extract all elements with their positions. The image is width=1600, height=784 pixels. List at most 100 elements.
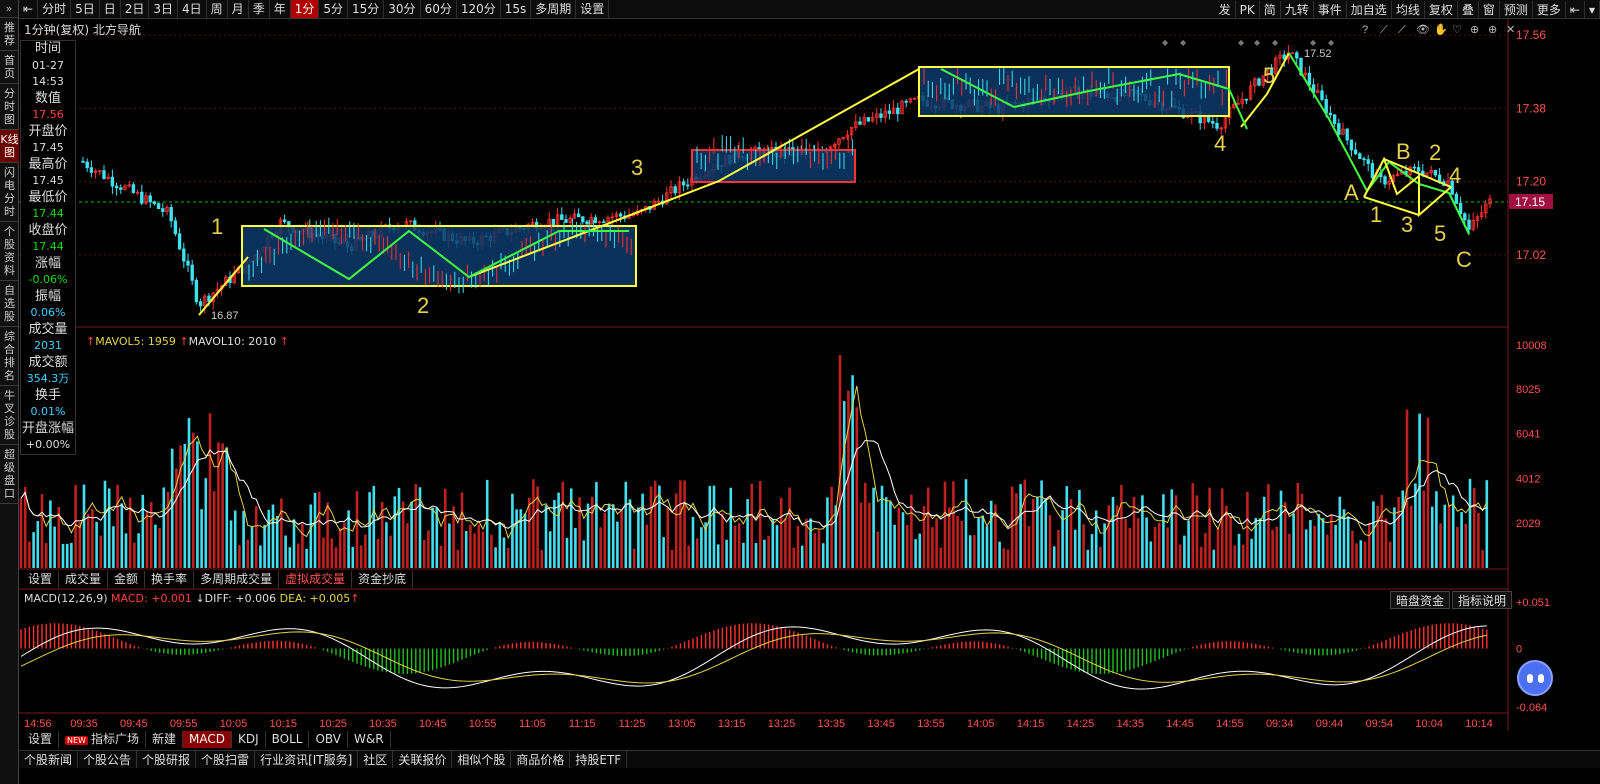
volume-bar <box>359 545 363 568</box>
left-tab-4[interactable]: 闪电分时 <box>0 163 19 222</box>
toolbar-period-2[interactable]: 日 <box>100 0 121 18</box>
volume-bar <box>1002 548 1006 568</box>
indicator-tab-1[interactable]: NEW 指标广场 <box>59 731 146 748</box>
menu-arrow-icon[interactable]: ▾ <box>1585 0 1600 19</box>
toolbar-period-6[interactable]: 周 <box>207 0 228 18</box>
toolbar-start-icon[interactable]: ⇤ <box>19 0 39 18</box>
indicator-help-button[interactable]: 指标说明 <box>1452 591 1513 609</box>
assistant-robot-icon[interactable] <box>1517 660 1553 696</box>
indicator-tab-6[interactable]: OBV <box>309 731 349 748</box>
toolbar-period-9[interactable]: 年 <box>270 0 291 18</box>
time-tick-13: 13:05 <box>668 718 696 730</box>
indicator-tab-2[interactable]: 新建 <box>146 731 183 748</box>
volume-bar <box>830 486 833 568</box>
event-diamond-4: ◆ <box>1272 38 1279 47</box>
indicator-tab-5[interactable]: BOLL <box>266 731 310 748</box>
left-tab-9[interactable]: 超级盘口 <box>0 445 19 504</box>
dark-pool-button[interactable]: 暗盘资金 <box>1390 591 1451 609</box>
left-tab-2[interactable]: 分时图 <box>0 84 19 130</box>
toolbar-right-2[interactable]: 简 <box>1260 0 1281 19</box>
bottom-tab-6[interactable]: 关联报价 <box>393 751 453 768</box>
indicator-tab-4[interactable]: KDJ <box>232 731 266 748</box>
toolbar-right-9[interactable]: 窗 <box>1479 0 1500 19</box>
left-tab-5[interactable]: 个股资料 <box>0 222 19 281</box>
volume-tab-2[interactable]: 金额 <box>108 571 146 588</box>
kline-chart[interactable]: 17.56 17.38 17.20 17.15 17.02 16.87 17.52 1 2 3 4 5… <box>19 19 1600 731</box>
toolbar-period-14[interactable]: 60分 <box>421 0 457 18</box>
volume-bar <box>19 498 23 568</box>
bottom-tab-0[interactable]: 个股新闻 <box>19 751 79 768</box>
time-tick-24: 14:55 <box>1216 718 1244 730</box>
toolbar-period-13[interactable]: 30分 <box>384 0 421 18</box>
toolbar-period-16[interactable]: 15s <box>501 0 532 18</box>
indicator-tab-0[interactable]: 设置 <box>22 731 60 748</box>
toolbar-right-8[interactable]: 叠 <box>1458 0 1479 19</box>
toolbar-period-7[interactable]: 月 <box>228 0 249 18</box>
toolbar-period-10[interactable]: 1分 <box>290 0 320 18</box>
volume-bar <box>1233 545 1237 568</box>
toolbar-period-15[interactable]: 120分 <box>457 0 501 18</box>
volume-bar <box>1460 512 1463 568</box>
toolbar-period-17[interactable]: 多周期 <box>531 0 577 18</box>
bottom-tab-9[interactable]: 持股ETF <box>570 751 628 768</box>
toolbar-right-5[interactable]: 加自选 <box>1347 0 1392 19</box>
volume-tab-3[interactable]: 换手率 <box>145 571 195 588</box>
left-tab-3[interactable]: K线图 <box>0 130 19 163</box>
bottom-tab-8[interactable]: 商品价格 <box>511 751 571 768</box>
volume-bar <box>544 505 548 568</box>
toolbar-right-3[interactable]: 九转 <box>1281 0 1314 19</box>
bottom-tab-3[interactable]: 个股扫雷 <box>196 751 256 768</box>
volume-bar <box>326 502 329 568</box>
collapse-arrow-icon[interactable]: » <box>0 0 18 18</box>
volume-bar <box>1296 483 1300 568</box>
volume-bar <box>275 515 279 568</box>
volume-bar <box>624 481 628 568</box>
candle-body <box>102 170 106 179</box>
bottom-tab-1[interactable]: 个股公告 <box>78 751 138 768</box>
bottom-tab-7[interactable]: 相似个股 <box>452 751 512 768</box>
toolbar-period-5[interactable]: 4日 <box>178 0 207 18</box>
volume-tab-5[interactable]: 虚拟成交量 <box>279 571 353 588</box>
toolbar-period-11[interactable]: 5分 <box>319 0 348 18</box>
toolbar-right-4[interactable]: 事件 <box>1314 0 1347 19</box>
toolbar-right-0[interactable]: 发 <box>1215 0 1236 19</box>
volume-bar <box>317 491 321 568</box>
candle-body <box>1337 123 1341 135</box>
left-tab-0[interactable]: 推荐 <box>0 18 19 51</box>
toolbar-right-11[interactable]: 更多 <box>1533 0 1566 19</box>
volume-bar <box>1447 505 1451 568</box>
back-icon[interactable]: ⇤ <box>1566 0 1585 19</box>
volume-tab-4[interactable]: 多周期成交量 <box>194 571 280 588</box>
chart-tool-icon-0: ? <box>1362 24 1368 36</box>
volume-tab-1[interactable]: 成交量 <box>59 571 109 588</box>
info-value-5: 17.44 <box>32 240 64 253</box>
toolbar-right-6[interactable]: 均线 <box>1392 0 1425 19</box>
toolbar-period-8[interactable]: 季 <box>249 0 270 18</box>
indicator-tab-7[interactable]: W&R <box>348 731 391 748</box>
volume-tick-0: 10008 <box>1516 340 1547 352</box>
toolbar-right-1[interactable]: PK <box>1236 0 1260 19</box>
volume-bar <box>800 545 804 568</box>
candle-body <box>156 203 161 210</box>
volume-tab-6[interactable]: 资金抄底 <box>352 571 414 588</box>
toolbar-period-12[interactable]: 15分 <box>348 0 385 18</box>
toolbar-period-1[interactable]: 5日 <box>71 0 100 18</box>
toolbar-period-3[interactable]: 2日 <box>121 0 150 18</box>
indicator-tab-3[interactable]: MACD <box>183 731 232 748</box>
bottom-tab-5[interactable]: 社区 <box>358 751 394 768</box>
left-tab-1[interactable]: 首页 <box>0 51 19 84</box>
toolbar-right-7[interactable]: 复权 <box>1425 0 1458 19</box>
volume-bar <box>259 545 262 568</box>
candle-body <box>602 221 606 224</box>
bottom-tab-2[interactable]: 个股研报 <box>137 751 197 768</box>
volume-bar <box>733 525 737 568</box>
left-tab-8[interactable]: 牛叉诊股 <box>0 386 19 445</box>
left-tab-6[interactable]: 自选股 <box>0 281 19 327</box>
toolbar-period-0[interactable]: 分时 <box>38 0 72 18</box>
toolbar-right-10[interactable]: 预测 <box>1500 0 1533 19</box>
toolbar-period-18[interactable]: 设置 <box>576 0 610 18</box>
bottom-tab-4[interactable]: 行业资讯[IT服务] <box>255 751 359 768</box>
volume-tab-0[interactable]: 设置 <box>22 571 60 588</box>
toolbar-period-4[interactable]: 3日 <box>149 0 179 18</box>
left-tab-7[interactable]: 综合排名 <box>0 327 19 386</box>
